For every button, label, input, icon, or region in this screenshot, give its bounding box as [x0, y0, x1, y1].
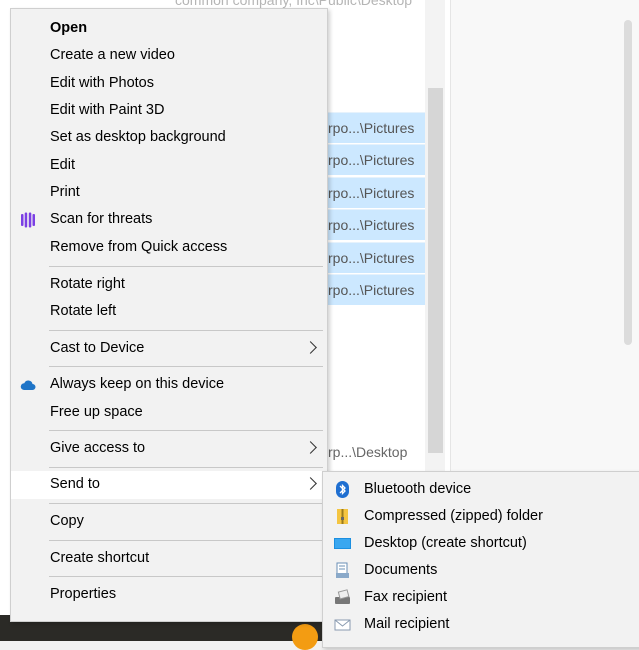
menu-item-rotate-left[interactable]: Rotate left — [11, 298, 327, 325]
zip-folder-icon — [337, 509, 348, 524]
send-to-mail[interactable]: Mail recipient — [323, 611, 639, 638]
submenu-item-label: Compressed (zipped) folder — [364, 508, 543, 524]
menu-item-label: Send to — [50, 476, 100, 492]
menu-item-rotate-right[interactable]: Rotate right — [11, 271, 327, 298]
send-to-bluetooth[interactable]: Bluetooth device — [323, 476, 639, 503]
path-text-faded: common company, Inc\Public\Desktop — [175, 0, 413, 8]
menu-item-give-access[interactable]: Give access to — [11, 435, 327, 462]
menu-item-create-shortcut[interactable]: Create shortcut — [11, 545, 327, 572]
context-menu: Open Create a new video Edit with Photos… — [10, 8, 328, 622]
chevron-right-icon — [304, 441, 317, 454]
file-row-selected[interactable]: rpo...\Pictures — [320, 177, 426, 208]
menu-item-remove-quick-access[interactable]: Remove from Quick access — [11, 234, 327, 261]
file-row-selected[interactable]: rpo...\Pictures — [320, 144, 426, 175]
chevron-right-icon — [304, 477, 317, 490]
menu-item-label: Cast to Device — [50, 340, 145, 356]
menu-separator — [49, 266, 323, 267]
menu-item-keep-on-device[interactable]: Always keep on this device — [11, 371, 327, 398]
menu-item-open[interactable]: Open — [11, 15, 327, 42]
submenu-item-label: Fax recipient — [364, 589, 448, 605]
documents-icon — [336, 562, 349, 578]
menu-item-set-background[interactable]: Set as desktop background — [11, 124, 327, 151]
file-row-selected[interactable]: rpo...\Pictures — [320, 112, 426, 143]
send-to-desktop[interactable]: Desktop (create shortcut) — [323, 530, 639, 557]
menu-separator — [49, 430, 323, 431]
menu-item-free-up-space[interactable]: Free up space — [11, 399, 327, 426]
menu-item-edit[interactable]: Edit — [11, 152, 327, 179]
menu-item-properties[interactable]: Properties — [11, 581, 327, 608]
submenu-item-label: Documents — [364, 562, 438, 578]
file-row-selected[interactable]: rpo...\Pictures — [320, 242, 426, 273]
desktop-icon — [334, 538, 351, 549]
menu-separator — [49, 540, 323, 541]
taskbar-app-icon[interactable] — [292, 624, 318, 650]
bluetooth-icon — [336, 481, 349, 498]
menu-item-edit-photos[interactable]: Edit with Photos — [11, 70, 327, 97]
file-row-desktop[interactable]: rp...\Desktop — [320, 440, 407, 464]
menu-item-label: Give access to — [50, 440, 146, 456]
send-to-submenu: Bluetooth device Compressed (zipped) fol… — [322, 471, 639, 648]
chevron-right-icon — [304, 341, 317, 354]
menu-separator — [49, 576, 323, 577]
file-row-selected[interactable]: rpo...\Pictures — [320, 274, 426, 305]
cloud-icon — [20, 380, 36, 390]
menu-item-copy[interactable]: Copy — [11, 508, 327, 535]
submenu-item-label: Mail recipient — [364, 616, 450, 632]
send-to-documents[interactable]: Documents — [323, 557, 639, 584]
file-row-selected[interactable]: rpo...\Pictures — [320, 209, 426, 240]
fax-icon — [335, 589, 350, 604]
submenu-item-label: Bluetooth device — [364, 481, 472, 497]
menu-item-label: Always keep on this device — [50, 376, 225, 392]
menu-separator — [49, 330, 323, 331]
mail-icon — [334, 619, 351, 631]
send-to-fax[interactable]: Fax recipient — [323, 584, 639, 611]
menu-item-cast-to-device[interactable]: Cast to Device — [11, 335, 327, 362]
menu-separator — [49, 467, 323, 468]
send-to-zip-folder[interactable]: Compressed (zipped) folder — [323, 503, 639, 530]
menu-item-label: Scan for threats — [50, 211, 153, 227]
preview-scrollbar[interactable] — [624, 20, 632, 345]
submenu-item-label: Desktop (create shortcut) — [364, 535, 527, 551]
menu-separator — [49, 503, 323, 504]
menu-separator — [49, 366, 323, 367]
menu-item-scan-threats[interactable]: Scan for threats — [11, 206, 327, 233]
shield-scan-icon — [21, 212, 35, 228]
menu-item-send-to[interactable]: Send to — [11, 471, 327, 499]
menu-item-create-video[interactable]: Create a new video — [11, 42, 327, 69]
menu-item-print[interactable]: Print — [11, 179, 327, 206]
scrollbar-thumb[interactable] — [428, 88, 443, 453]
menu-item-edit-paint3d[interactable]: Edit with Paint 3D — [11, 97, 327, 124]
